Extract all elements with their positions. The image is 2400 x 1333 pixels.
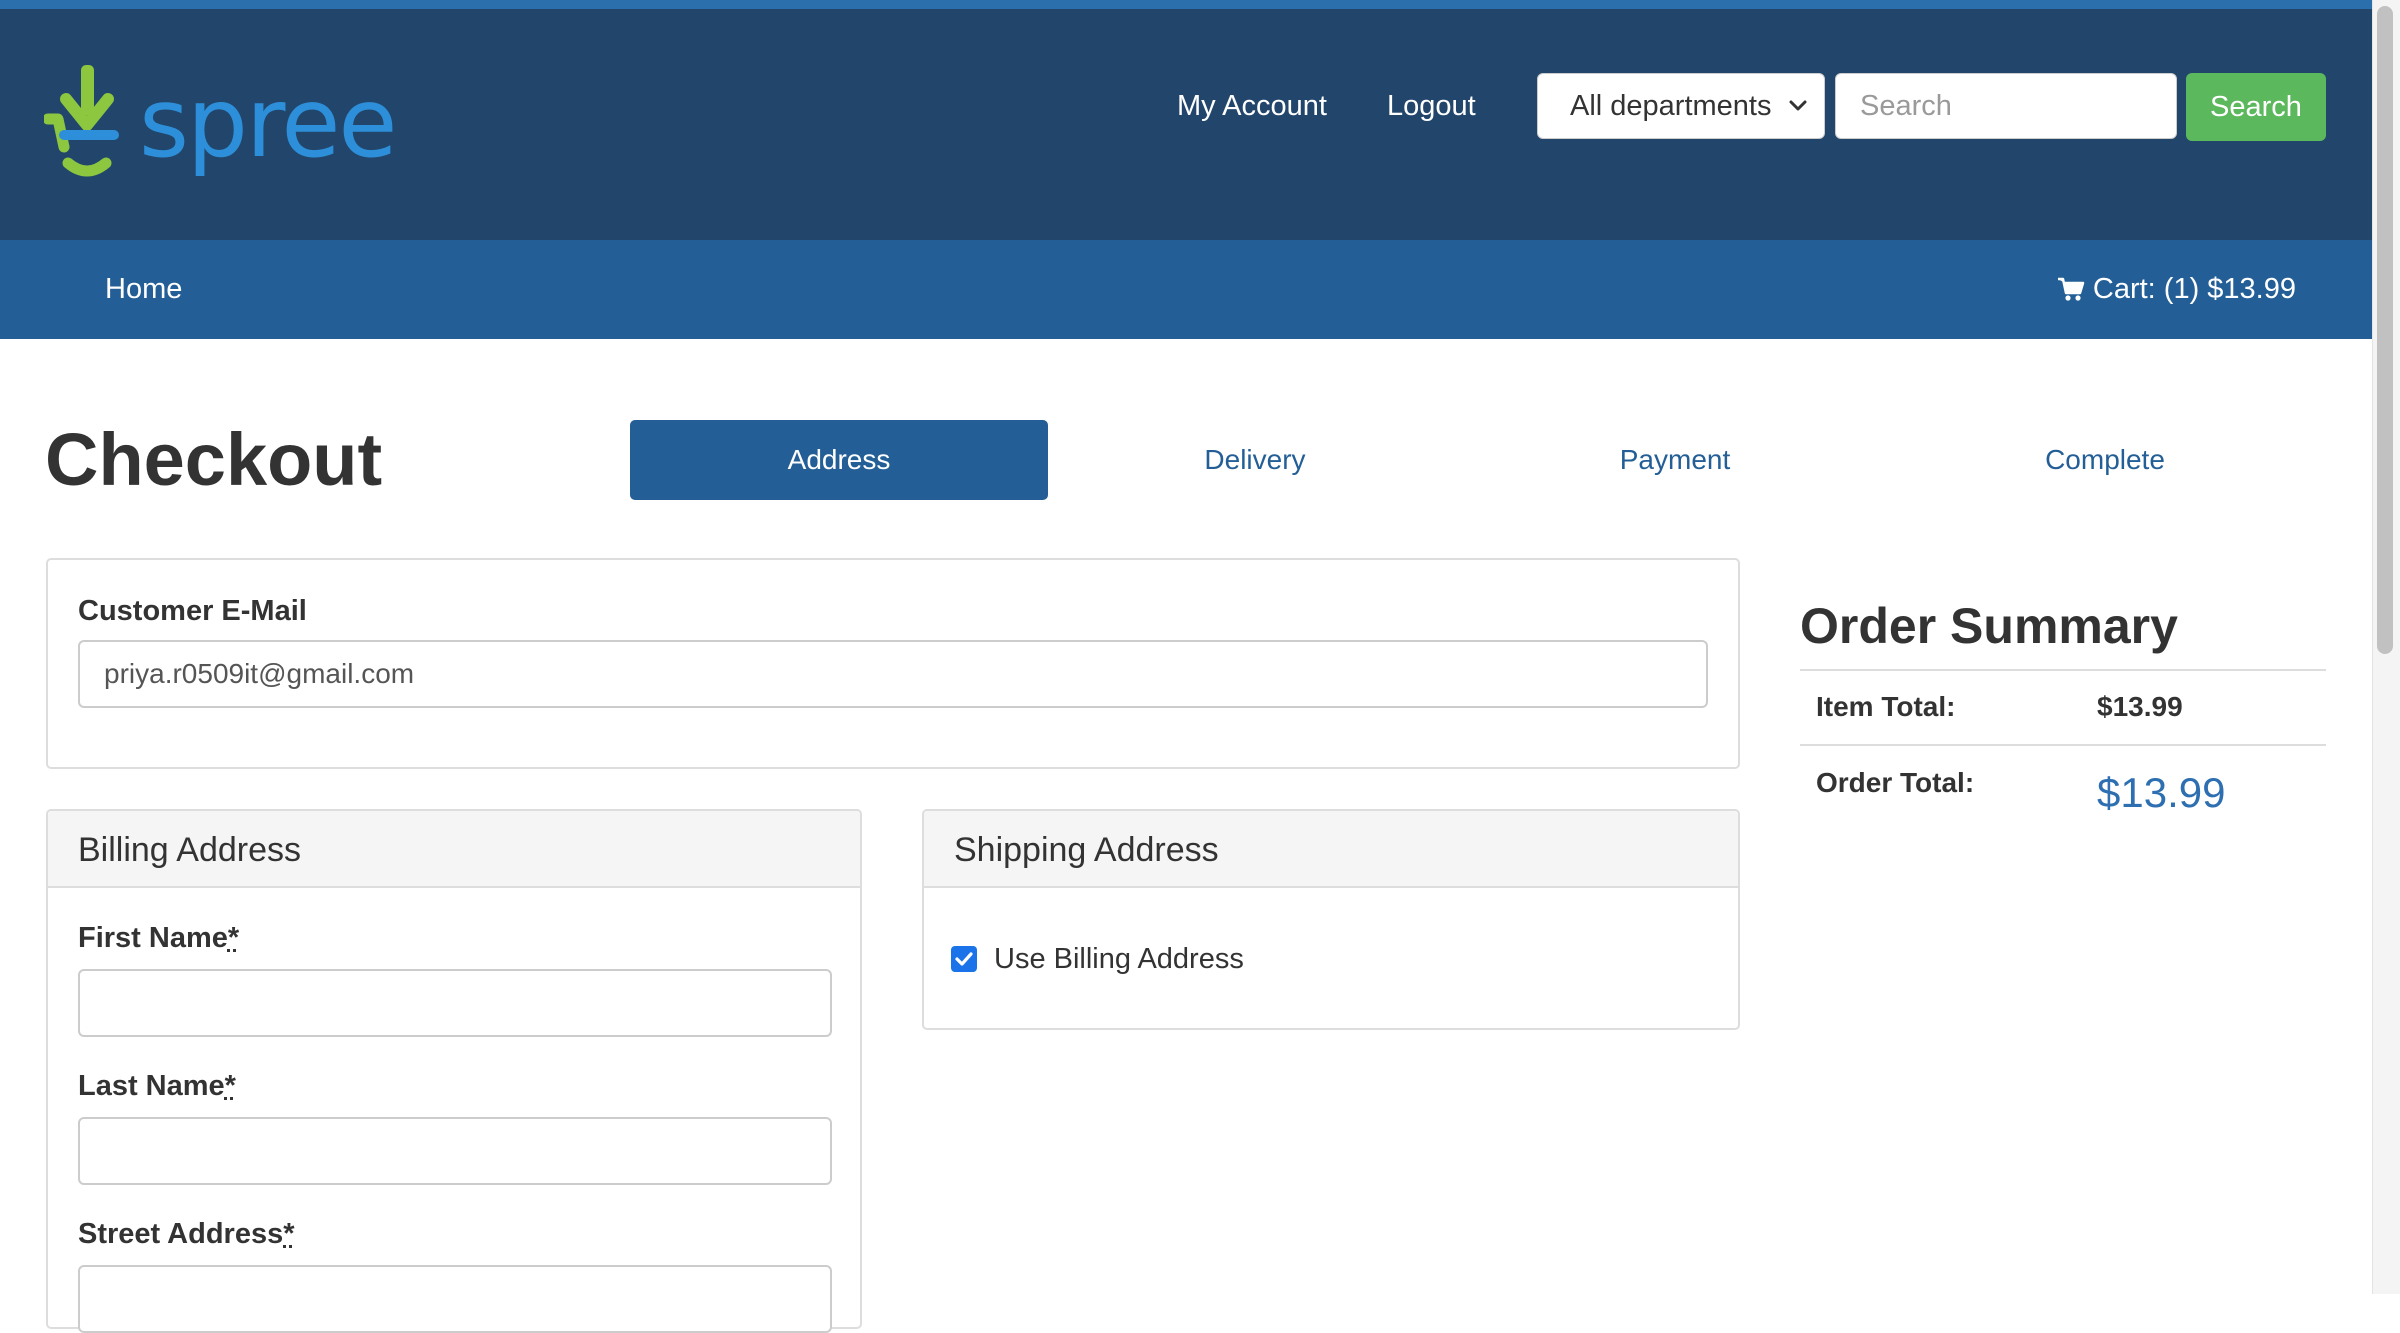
summary-divider bbox=[1800, 669, 2326, 671]
street-address-label: Street Address* bbox=[78, 1217, 295, 1251]
required-mark: * bbox=[228, 922, 239, 954]
use-billing-checkbox[interactable] bbox=[951, 946, 977, 972]
street-address-label-text: Street Address bbox=[78, 1218, 283, 1250]
spree-logo[interactable]: spree bbox=[44, 55, 364, 195]
email-field[interactable]: priya.r0509it@gmail.com bbox=[78, 640, 1708, 708]
top-accent-bar bbox=[0, 0, 2372, 9]
last-name-field[interactable] bbox=[78, 1117, 832, 1185]
department-select[interactable]: All departments bbox=[1537, 73, 1825, 139]
my-account-link[interactable]: My Account bbox=[1177, 88, 1327, 124]
last-name-label: Last Name* bbox=[78, 1069, 236, 1103]
last-name-label-text: Last Name bbox=[78, 1070, 225, 1102]
use-billing-label[interactable]: Use Billing Address bbox=[994, 941, 1244, 977]
first-name-label-text: First Name bbox=[78, 922, 228, 954]
department-select-value: All departments bbox=[1570, 90, 1772, 122]
site-header: spree My Account Logout All departments … bbox=[0, 9, 2372, 240]
billing-title: Billing Address bbox=[78, 830, 301, 870]
step-delivery[interactable]: Delivery bbox=[1130, 420, 1380, 500]
shipping-address-panel: Shipping Address bbox=[922, 809, 1740, 1030]
order-summary-title: Order Summary bbox=[1800, 598, 2178, 654]
search-button[interactable]: Search bbox=[2186, 73, 2326, 141]
brand-wordmark: spree bbox=[139, 75, 395, 171]
cart-logo-icon bbox=[44, 55, 134, 185]
first-name-field[interactable] bbox=[78, 969, 832, 1037]
step-address[interactable]: Address bbox=[630, 420, 1048, 500]
step-complete[interactable]: Complete bbox=[1980, 420, 2230, 500]
chevron-down-icon bbox=[1786, 74, 1810, 138]
cart-summary: Cart: (1) $13.99 bbox=[2093, 271, 2296, 307]
item-total-label: Item Total: bbox=[1816, 690, 1955, 724]
billing-address-panel: Billing Address First Name* Last Name* S… bbox=[46, 809, 862, 1329]
cart-icon bbox=[2057, 275, 2085, 303]
scrollbar-thumb[interactable] bbox=[2377, 6, 2393, 654]
shipping-title: Shipping Address bbox=[954, 830, 1219, 870]
item-total-value: $13.99 bbox=[2097, 690, 2183, 724]
required-mark: * bbox=[283, 1218, 294, 1250]
cart-link[interactable]: Cart: (1) $13.99 bbox=[2057, 271, 2296, 307]
billing-panel-heading: Billing Address bbox=[48, 811, 860, 888]
search-input[interactable]: Search bbox=[1835, 73, 2177, 139]
first-name-label: First Name* bbox=[78, 921, 239, 955]
step-payment[interactable]: Payment bbox=[1550, 420, 1800, 500]
checkmark-icon bbox=[951, 946, 977, 972]
email-label: Customer E-Mail bbox=[78, 594, 307, 628]
summary-divider bbox=[1800, 744, 2326, 746]
order-total-label: Order Total: bbox=[1816, 766, 1974, 800]
street-address-field[interactable] bbox=[78, 1265, 832, 1333]
home-link[interactable]: Home bbox=[105, 271, 182, 307]
customer-email-panel: Customer E-Mail priya.r0509it@gmail.com bbox=[46, 558, 1740, 769]
logout-link[interactable]: Logout bbox=[1387, 88, 1476, 124]
order-total-value: $13.99 bbox=[2097, 768, 2225, 818]
main-navbar: Home Cart: (1) $13.99 bbox=[0, 240, 2372, 339]
shipping-panel-heading: Shipping Address bbox=[924, 811, 1738, 888]
page-title: Checkout bbox=[45, 415, 382, 505]
required-mark: * bbox=[225, 1070, 236, 1102]
